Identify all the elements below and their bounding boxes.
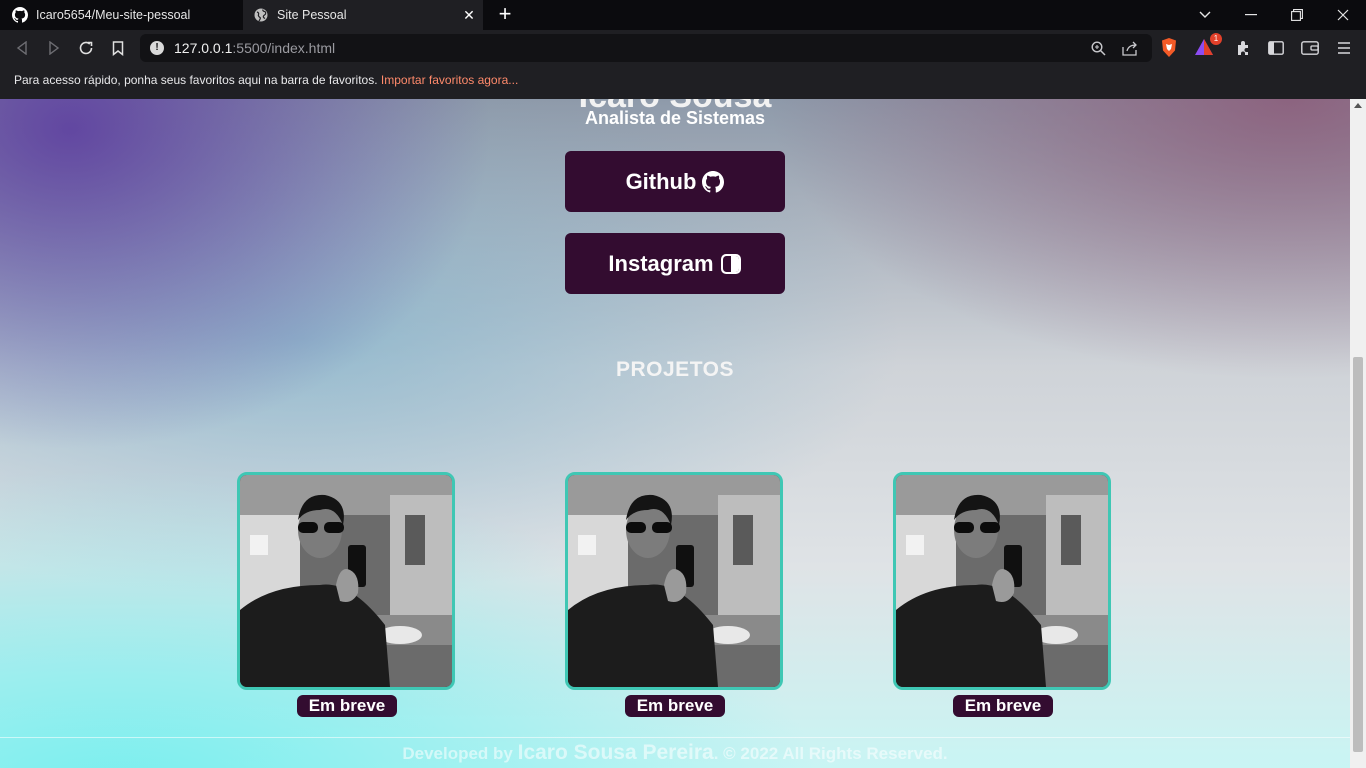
bookmarks-bar: Para acesso rápido, ponha seus favoritos… xyxy=(0,66,1366,99)
bookmark-icon[interactable] xyxy=(106,36,130,60)
wallet-icon[interactable] xyxy=(1299,38,1321,58)
menu-icon[interactable] xyxy=(1333,38,1355,58)
tab-github-repo[interactable]: Icaro5654/Meu-site-pessoal xyxy=(0,0,242,30)
project-photo xyxy=(893,472,1111,690)
page-viewport: Icaro Sousa Analista de Sistemas Github … xyxy=(0,99,1350,768)
project-card[interactable]: Em breve xyxy=(565,472,785,717)
project-label: Em breve xyxy=(625,695,725,717)
sidebar-icon[interactable] xyxy=(1265,38,1287,58)
site-info-icon[interactable]: ! xyxy=(150,41,164,55)
browser-toolbar: ! 127.0.0.1:5500/index.html 1 xyxy=(0,30,1366,66)
address-bar[interactable]: ! 127.0.0.1:5500/index.html xyxy=(140,34,1152,62)
tab-title: Icaro5654/Meu-site-pessoal xyxy=(36,8,191,22)
profile-role: Analista de Sistemas xyxy=(584,108,766,128)
project-label: Em breve xyxy=(297,695,397,717)
tab-search-chevron-down-icon[interactable] xyxy=(1182,0,1228,30)
project-photo xyxy=(565,472,783,690)
back-icon[interactable] xyxy=(10,36,34,60)
github-button-label: Github xyxy=(625,168,697,194)
restore-icon[interactable] xyxy=(1274,0,1320,30)
brave-rewards-icon[interactable]: 1 xyxy=(1194,33,1222,60)
zoom-icon[interactable] xyxy=(1088,38,1108,58)
footer: Developed by Icaro Sousa Pereira. © 2022… xyxy=(0,741,1350,765)
github-icon xyxy=(12,7,28,23)
project-label: Em breve xyxy=(953,695,1053,717)
project-card[interactable]: Em breve xyxy=(893,472,1113,717)
tab-title: Site Pessoal xyxy=(277,8,347,22)
tab-strip: Icaro5654/Meu-site-pessoal Site Pessoal … xyxy=(0,0,1366,30)
tab-site-pessoal[interactable]: Site Pessoal ✕ xyxy=(243,0,483,30)
page-scrollbar[interactable] xyxy=(1350,99,1366,768)
globe-icon xyxy=(253,7,269,23)
close-tab-icon[interactable]: ✕ xyxy=(461,7,477,23)
address-url[interactable]: 127.0.0.1:5500/index.html xyxy=(174,40,335,56)
github-button[interactable]: Github xyxy=(565,151,785,212)
footer-prefix: Developed by xyxy=(402,744,518,763)
minimize-icon[interactable] xyxy=(1228,0,1274,30)
reload-icon[interactable] xyxy=(74,36,98,60)
instagram-button-label: Instagram xyxy=(608,250,714,276)
close-window-icon[interactable] xyxy=(1320,0,1366,30)
github-icon xyxy=(702,170,725,193)
forward-icon[interactable] xyxy=(42,36,66,60)
scrollbar-thumb[interactable] xyxy=(1353,357,1363,752)
projects-section-title: PROJETOS xyxy=(616,358,734,381)
footer-author: Icaro Sousa Pereira xyxy=(517,741,714,764)
brave-shields-icon[interactable] xyxy=(1160,38,1180,58)
rewards-badge: 1 xyxy=(1210,33,1222,45)
new-tab-button[interactable]: + xyxy=(494,3,516,26)
share-icon[interactable] xyxy=(1120,38,1140,58)
scroll-up-arrow-icon[interactable] xyxy=(1354,103,1362,108)
project-card[interactable]: Em breve xyxy=(237,472,457,717)
instagram-button[interactable]: Instagram xyxy=(565,233,785,294)
extensions-puzzle-icon[interactable] xyxy=(1233,38,1255,58)
instagram-icon xyxy=(720,253,742,275)
footer-divider xyxy=(0,737,1350,738)
import-bookmarks-link[interactable]: Importar favoritos agora... xyxy=(381,73,518,87)
bookmarks-hint: Para acesso rápido, ponha seus favoritos… xyxy=(14,73,381,87)
project-photo xyxy=(237,472,455,690)
footer-suffix: . © 2022 All Rights Reserved. xyxy=(713,744,948,763)
